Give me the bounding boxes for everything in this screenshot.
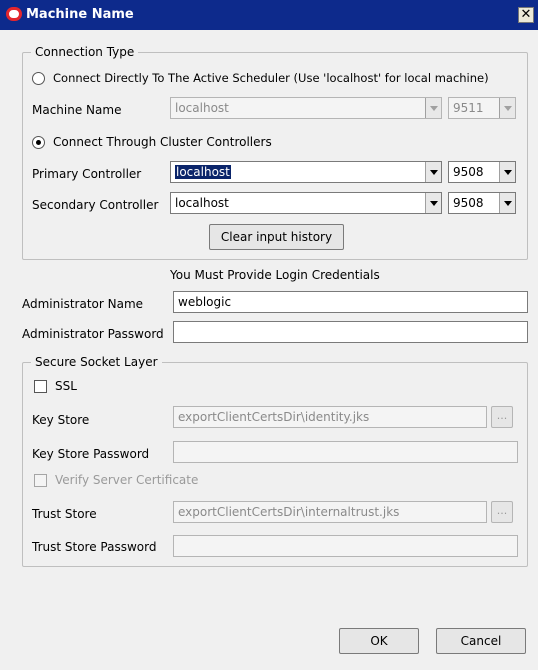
admin-name-label: Administrator Name (22, 297, 144, 311)
admin-password-label: Administrator Password (22, 327, 164, 341)
clear-input-history-button[interactable]: Clear input history (209, 224, 344, 250)
oracle-logo-icon (6, 7, 22, 21)
verify-certificate-label: Verify Server Certificate (55, 473, 199, 487)
ssl-group: Secure Socket Layer SSL Key Store export… (22, 355, 528, 567)
cluster-connection-label: Connect Through Cluster Controllers (53, 135, 272, 149)
ok-button[interactable]: OK (339, 628, 419, 654)
secondary-controller-value: localhost (175, 196, 229, 210)
ssl-legend: Secure Socket Layer (31, 355, 162, 369)
credentials-heading: You Must Provide Login Credentials (170, 268, 380, 282)
trust-store-password-label: Trust Store Password (32, 540, 157, 554)
machine-port-value: 9511 (453, 101, 484, 115)
key-store-browse-button[interactable]: ... (491, 406, 513, 428)
primary-controller-combo[interactable]: localhost (170, 161, 442, 183)
ssl-checkbox[interactable] (34, 380, 47, 393)
machine-name-combo[interactable]: localhost (170, 97, 442, 119)
chevron-down-icon[interactable] (499, 193, 515, 213)
machine-name-label: Machine Name (32, 103, 122, 117)
trust-store-password-input[interactable] (173, 535, 518, 557)
key-store-password-input[interactable] (173, 441, 518, 463)
connection-type-group: Connection Type Connect Directly To The … (22, 45, 528, 260)
chevron-down-icon[interactable] (425, 193, 441, 213)
primary-controller-label: Primary Controller (32, 167, 142, 181)
cancel-button[interactable]: Cancel (436, 628, 526, 654)
verify-certificate-checkbox[interactable] (34, 474, 47, 487)
direct-connection-radio[interactable] (32, 72, 45, 85)
cluster-connection-radio[interactable] (32, 136, 45, 149)
chevron-down-icon[interactable] (425, 98, 441, 118)
ssl-label: SSL (55, 379, 77, 393)
machine-port-combo[interactable]: 9511 (448, 97, 516, 119)
trust-store-browse-button[interactable]: ... (491, 501, 513, 523)
close-button[interactable]: ✕ (518, 7, 534, 23)
primary-port-value: 9508 (453, 165, 484, 179)
admin-name-value: weblogic (178, 295, 232, 309)
admin-name-input[interactable]: weblogic (173, 291, 528, 313)
window-title: Machine Name (26, 7, 134, 22)
chevron-down-icon[interactable] (425, 162, 441, 182)
trust-store-value: exportClientCertsDir\internaltrust.jks (178, 505, 400, 519)
key-store-label: Key Store (32, 413, 90, 427)
connection-type-legend: Connection Type (31, 45, 139, 59)
title-bar[interactable]: Machine Name ✕ (0, 0, 538, 30)
direct-connection-label: Connect Directly To The Active Scheduler… (53, 71, 489, 85)
secondary-controller-combo[interactable]: localhost (170, 192, 442, 214)
secondary-controller-label: Secondary Controller (32, 198, 159, 212)
trust-store-input[interactable]: exportClientCertsDir\internaltrust.jks (173, 501, 487, 523)
key-store-input[interactable]: exportClientCertsDir\identity.jks (173, 406, 487, 428)
secondary-port-combo[interactable]: 9508 (448, 192, 516, 214)
admin-password-input[interactable] (173, 321, 528, 343)
trust-store-label: Trust Store (32, 507, 97, 521)
machine-name-dialog: Machine Name ✕ Connection Type Connect D… (0, 0, 538, 670)
secondary-port-value: 9508 (453, 196, 484, 210)
key-store-value: exportClientCertsDir\identity.jks (178, 410, 370, 424)
key-store-password-label: Key Store Password (32, 447, 150, 461)
machine-name-value: localhost (175, 101, 229, 115)
primary-controller-value: localhost (175, 165, 231, 179)
primary-port-combo[interactable]: 9508 (448, 161, 516, 183)
chevron-down-icon[interactable] (499, 98, 515, 118)
chevron-down-icon[interactable] (499, 162, 515, 182)
